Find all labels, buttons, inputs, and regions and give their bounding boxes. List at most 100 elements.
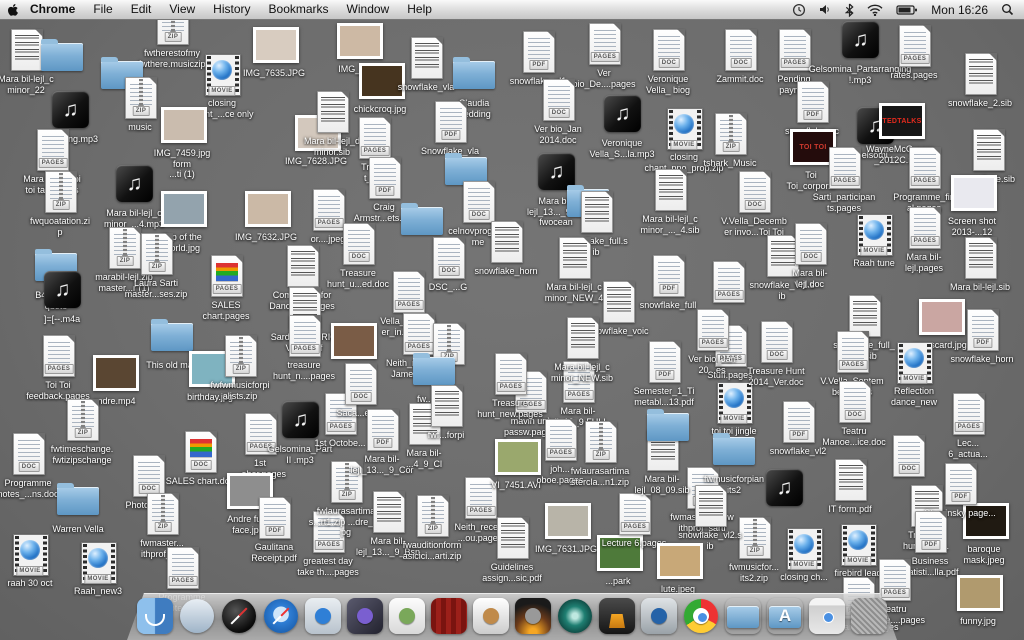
document-page: ZIP [45, 171, 77, 213]
text-lines [744, 178, 766, 200]
document-page [965, 237, 997, 279]
dock-facetime[interactable] [304, 597, 342, 635]
text-lines [958, 400, 980, 422]
desktop-icon-treasure-hunt-2014-ver-doc-130[interactable]: DOCTreasure Hunt 2014_Ver.doc [728, 320, 824, 387]
menubar-clock[interactable]: Mon 16:26 [931, 3, 988, 17]
zip-icon: ZIP [38, 170, 82, 216]
photo-icon [330, 318, 374, 364]
document-page: PAGES [697, 309, 729, 351]
rainbow-content [216, 263, 238, 281]
bluetooth-icon[interactable] [845, 3, 854, 17]
icon-label: Screen shot 2013-...12 [948, 216, 996, 237]
dock-photostrip[interactable] [472, 597, 510, 635]
menu-history[interactable]: History [204, 0, 259, 19]
folder-icon [646, 404, 690, 450]
menu-window[interactable]: Window [338, 0, 399, 19]
sib-icon [574, 190, 618, 236]
desktop-icon-mara-bil-lejl-sib-71[interactable]: Mara bil-lejl.sib [932, 236, 1024, 293]
desktop-icon-snowflake-vl2-131[interactable]: PDFsnowflake_vl2 [750, 400, 846, 457]
desktop-icon-funny-jpg-88[interactable]: funny.jpg [930, 570, 1024, 627]
wifi-icon[interactable] [867, 4, 883, 16]
icon-label: closing ch... [780, 572, 828, 583]
dock-mail[interactable] [178, 597, 216, 635]
photo-thumbnail [337, 23, 383, 59]
text-lines [898, 442, 920, 464]
desktop-icon-mara-bil-lejl-doc-69[interactable]: DOCMara bil- lejl.doc [762, 222, 858, 289]
dock-photobooth[interactable] [430, 597, 468, 635]
pages-icon: PAGES [892, 24, 936, 70]
document-page [581, 191, 613, 233]
dock-chrome[interactable] [682, 597, 720, 635]
spotlight-icon[interactable] [1001, 3, 1014, 16]
text-lines [702, 316, 724, 338]
zip-badge: ZIP [233, 364, 250, 374]
zip-badge: ZIP [75, 428, 92, 438]
pages-badge: PAGES [395, 300, 424, 310]
dock-timemachine[interactable] [556, 597, 594, 635]
zip-badge: ZIP [593, 450, 610, 460]
dock-trash[interactable] [850, 597, 888, 635]
photo-icon [950, 170, 994, 216]
zipper [599, 423, 603, 451]
quicktime-ball [20, 540, 40, 560]
dock-hp-utility[interactable] [640, 597, 678, 635]
desktop-icon-snowflake-vl2-s-ib-132[interactable]: snowflake_vl2.s ib [662, 484, 758, 551]
zipper [239, 337, 243, 365]
text-lines [594, 30, 616, 52]
icon-dot-center [697, 612, 708, 623]
icon-label: ...park [605, 576, 630, 587]
doc-icon: DOC [788, 222, 832, 268]
desktop-icon-screen-shot-2013-12-70[interactable]: Screen shot 2013-...12 [924, 170, 1020, 237]
document-page: PDF [783, 401, 815, 443]
time-machine-icon[interactable] [792, 3, 806, 17]
dock-keynote[interactable] [598, 597, 636, 635]
icon-label: Mara bil-lejl_c minor_..._4.sib [640, 214, 699, 235]
menu-chrome[interactable]: Chrome [26, 0, 84, 19]
menu-view[interactable]: View [160, 0, 204, 19]
menu-file[interactable]: File [84, 0, 121, 19]
document-page: PAGES [393, 271, 425, 313]
desktop-icon-fwlaurasartima-stercla-n1-zi-146[interactable]: ZIPfwlaurasartima stercla...n1.zip [552, 420, 648, 487]
zipper [59, 173, 63, 201]
photo-overlay-text: TEDTALKS [882, 118, 921, 125]
menu-help[interactable]: Help [398, 0, 441, 19]
desktop[interactable]: ChromeFileEditViewHistoryBookmarksWindow… [0, 0, 1024, 640]
zipper [161, 495, 165, 523]
icon-dot [525, 608, 541, 624]
dock-finder[interactable] [136, 597, 174, 635]
volume-icon[interactable] [819, 3, 832, 16]
dock-dashboard[interactable] [220, 597, 258, 635]
document-page: DOC [761, 321, 793, 363]
sib-icon [958, 52, 1002, 98]
desktop-icon-closing-ch-120[interactable]: MOVIEclosing ch... [756, 526, 852, 583]
music-staff-lines [699, 491, 723, 519]
pages-icon: PAGES [30, 128, 74, 174]
apple-menu[interactable] [0, 3, 26, 17]
document-page: PAGES [953, 393, 985, 435]
dock-iphoto[interactable] [514, 597, 552, 635]
menu-bookmarks[interactable]: Bookmarks [260, 0, 338, 19]
doc-icon: DOC [754, 320, 798, 366]
battery-icon[interactable] [896, 4, 918, 16]
document-page: PAGES [829, 147, 861, 189]
photo-thumbnail: TEDTALKS [879, 103, 925, 139]
dock-safari[interactable] [262, 597, 300, 635]
dock-ink[interactable] [346, 597, 384, 635]
icon-label: Mara bil-lejl_c minor_NEW.sib [551, 362, 613, 383]
icon-label: IT form.pdf [828, 504, 871, 515]
dock-folder-applications[interactable]: A [766, 597, 804, 635]
desktop-icon-mara-bil-lejl-c-minor-new-si-147[interactable]: Mara bil-lejl_c minor_NEW.sib [534, 316, 630, 383]
music-staff-lines [839, 465, 863, 493]
trash-icon [851, 598, 887, 634]
dock-photos[interactable] [388, 597, 426, 635]
dock-chrome-window[interactable] [808, 597, 846, 635]
movie-badge: MOVIE [84, 574, 111, 584]
document-page: PDF [915, 511, 947, 553]
document-page: ZIP [225, 335, 257, 377]
menu-edit[interactable]: Edit [122, 0, 161, 19]
document-page: ZIP [715, 113, 747, 155]
dock-folder-documents[interactable] [724, 597, 762, 635]
icon-label: snowflake_vl2.s ib [678, 530, 742, 551]
desktop-icon-img-7635-jpg-7[interactable]: IMG_7635.JPG [226, 22, 322, 79]
pages-icon: PAGES [946, 392, 990, 438]
